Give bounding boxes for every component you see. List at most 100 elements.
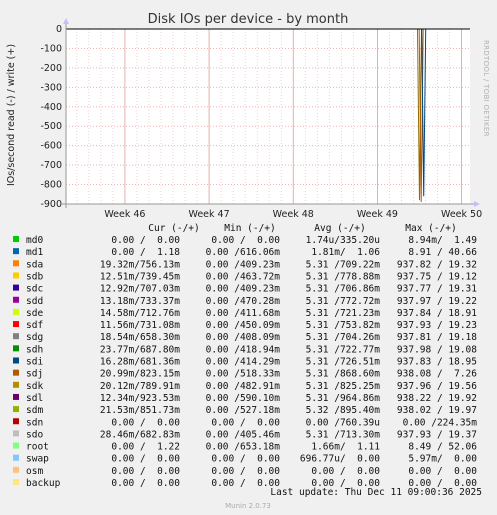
legend-row: sdd 13.18m/733.37m 0.00 /470.28m 5.31 /772.… [13,296,477,307]
legend-avg: 5.31 /713.30m [306,429,381,440]
legend-min: 0.00 /409.23m [206,284,281,295]
legend-avg: 0.00 / 0.00 [311,466,380,477]
plot-area [66,29,470,204]
legend-min: 0.00 / 0.00 [211,417,280,428]
legend-row: osm 0.00 / 0.00 0.00 / 0.00 0.00 / 0.00 0.00… [13,466,477,477]
legend-cur: 0.00 / 0.00 [111,466,180,477]
legend-row: sdi 16.28m/681.36m 0.00 /414.29m 5.31 /726.… [13,357,477,368]
column-header: Avg (-/+) [314,223,365,234]
legend-cur: 21.53m/851.73m [100,405,180,416]
legend-swatch [13,430,19,437]
y-tick-label: -500 [40,121,62,132]
legend-min: 0.00 /590.10m [206,393,281,404]
y-axis-arrow-icon [63,18,69,24]
legend-cur: 13.18m/733.37m [100,296,180,307]
legend-name: sdk [26,381,43,392]
column-header: Min (-/+) [224,223,275,234]
legend-cur: 16.28m/681.36m [100,357,180,368]
x-ticks: Week 46 Week 47 Week 48 Week 49 Week 50 [104,209,482,220]
legend-swatch [13,442,19,449]
legend-max: 5.97m/ 0.00 [408,454,477,465]
legend-max: 937.97 / 19.22 [397,296,477,307]
legend-max: 8.91 / 40.66 [408,247,477,258]
legend-avg: 5.31 /778.88m [306,271,381,282]
legend-swatch [13,260,19,267]
legend-cur: 23.77m/687.80m [100,344,180,355]
legend-swatch [13,381,19,388]
legend-row: sdo 28.46m/682.83m 0.00 /405.46m 5.31 /713.… [13,429,477,440]
legend-max: 937.82 / 19.32 [397,259,477,270]
legend-min: 0.00 /408.09m [206,332,281,343]
legend-avg: 5.31 /825.25m [306,381,381,392]
legend-max: 937.81 / 19.18 [397,332,477,343]
column-header: Max (-/+) [405,223,456,234]
legend-cur: 0.00 / 0.00 [111,417,180,428]
legend-min: 0.00 /411.68m [206,308,281,319]
legend-name: sdo [26,429,43,440]
legend-min: 0.00 / 0.00 [211,466,280,477]
y-tick-label: -200 [40,63,62,74]
legend-row: sdg 18.54m/658.30m 0.00 /408.09m 5.31 /704.… [13,332,477,343]
legend-avg: 5.31 /709.22m [306,259,381,270]
legend-swatch [13,272,19,279]
legend-min: 0.00 /409.23m [206,259,281,270]
legend-swatch [13,333,19,340]
legend-name: sda [26,259,43,270]
y-tick-label: -700 [40,160,62,171]
legend-row: md1 0.00 / 1.18 0.00 /616.06m 1.81m/ 1.06 8.… [13,247,477,258]
legend-row: sdl 12.34m/923.53m 0.00 /590.10m 5.31 /964.… [13,393,477,404]
legend-name: backup [26,478,61,489]
legend-avg: 696.77u/ 0.00 [300,454,380,465]
legend-max: 937.83 / 18.95 [397,357,477,368]
vendor-label: RRDTOOL / TOBI OETIKER [482,40,490,137]
legend-swatch [13,418,19,425]
legend-max: 0.00 / 0.00 [408,466,477,477]
legend-avg: 1.81m/ 1.06 [311,247,380,258]
x-tick-label: Week 48 [273,209,314,220]
legend-avg: 5.31 /964.86m [306,393,381,404]
legend-max: 937.98 / 19.08 [397,344,477,355]
legend-min: 0.00 /518.33m [206,369,281,380]
legend-min: 0.00 /616.06m [206,247,281,258]
legend-row: sdn 0.00 / 0.00 0.00 / 0.00 0.00 /760.39u 0.… [13,417,477,428]
legend-avg: 5.32 /895.40m [306,405,381,416]
legend-name: swap [26,454,49,465]
legend-min: 0.00 /418.94m [206,344,281,355]
legend-swatch [13,248,19,255]
legend-min: 0.00 /463.72m [206,271,281,282]
legend-min: 0.00 /653.18m [206,442,281,453]
legend-row: sdk 20.12m/789.91m 0.00 /482.91m 5.31 /825.… [13,381,477,392]
x-tick-label: Week 49 [357,209,398,220]
legend-name: sdm [26,405,43,416]
x-tick-label: Week 50 [441,209,482,220]
legend-cur: 12.92m/707.03m [100,284,180,295]
disk-io-chart: Disk IOs per device - by month RRDTOOL /… [6,12,490,510]
legend-cur: 20.12m/789.91m [100,381,180,392]
legend-cur: 12.51m/739.45m [100,271,180,282]
legend-avg: 5.31 /772.72m [306,296,381,307]
footer-version: Munin 2.0.73 [225,502,271,510]
legend-avg: 5.31 /753.82m [306,320,381,331]
legend-max: 937.84 / 18.91 [397,308,477,319]
legend-row: sdb 12.51m/739.45m 0.00 /463.72m 5.31 /778.… [13,271,477,282]
x-tick-label: Week 46 [104,209,145,220]
legend-row: root 0.00 / 1.22 0.00 /653.18m 1.66m/ 1.11 8… [13,442,477,453]
legend-swatch [13,466,19,473]
legend-cur: 11.56m/731.08m [100,320,180,331]
legend-name: sdd [26,296,43,307]
legend-table: md0 0.00 / 0.00 0.00 / 0.00 1.74u/335.20u 8.… [13,235,477,489]
legend-row: sdj 20.99m/823.15m 0.00 /518.33m 5.31 /868.… [13,369,477,380]
legend-swatch [13,345,19,352]
legend-swatch [13,357,19,364]
chart-title: Disk IOs per device - by month [148,12,349,27]
legend-row: sda 19.32m/756.13m 0.00 /409.23m 5.31 /709.… [13,259,477,270]
legend-cur: 18.54m/658.30m [100,332,180,343]
legend-row: sde 14.58m/712.76m 0.00 /411.68m 5.31 /721.… [13,308,477,319]
legend-min: 0.00 /470.28m [206,296,281,307]
legend-avg: 5.31 /704.26m [306,332,381,343]
legend-max: 938.02 / 19.97 [397,405,477,416]
legend-cur: 0.00 / 1.22 [111,442,180,453]
y-tick-label: 0 [56,24,62,35]
legend-cur: 14.58m/712.76m [100,308,180,319]
legend-max: 8.49 / 52.06 [408,442,477,453]
